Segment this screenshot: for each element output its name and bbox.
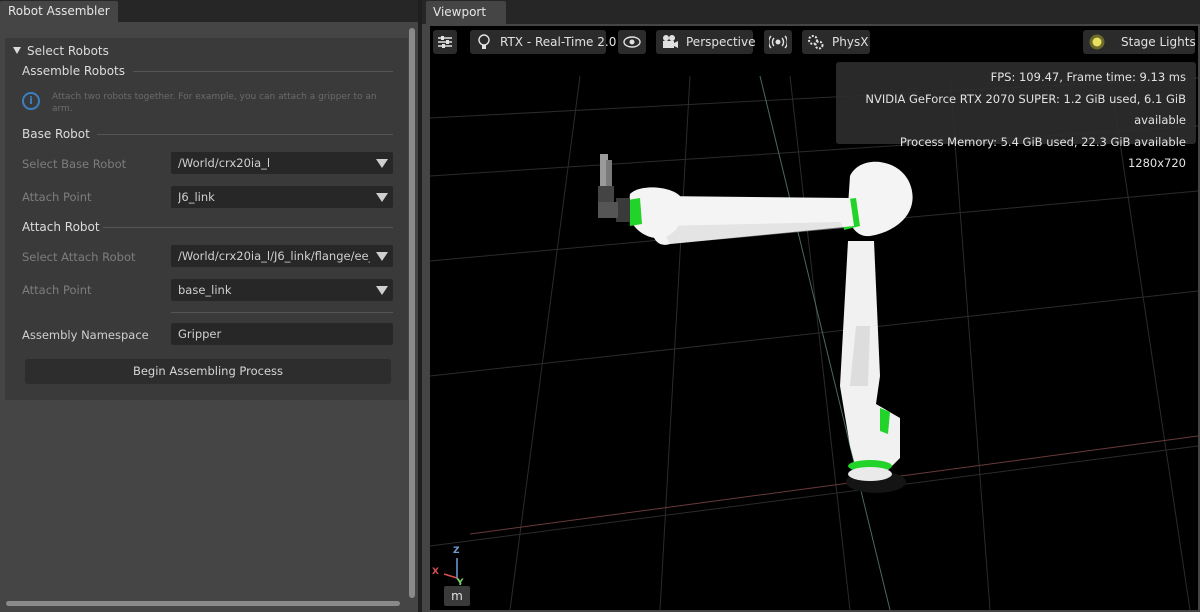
attach-attach-point-value: base_link	[178, 283, 232, 297]
viewport-scene[interactable]: Z X Y RTX - Real-Time 2.0 Perspective Ph…	[430, 26, 1198, 610]
attach-attach-point-label: Attach Point	[22, 283, 92, 297]
base-flange	[848, 467, 892, 481]
base-attach-point-label: Attach Point	[22, 190, 92, 204]
collapse-triangle-icon[interactable]	[13, 47, 21, 54]
select-attach-robot-value: /World/crx20ia_l/J6_link/flange/ee_link	[178, 249, 370, 263]
viewport-tabbar: Viewport	[422, 0, 1200, 24]
broadcast-icon	[769, 35, 787, 49]
assembly-namespace-label: Assembly Namespace	[22, 328, 149, 342]
stats-overlay: FPS: 109.47, Frame time: 9.13 ms NVIDIA …	[836, 62, 1196, 170]
divider	[133, 71, 393, 72]
eye-icon	[623, 36, 641, 48]
gear-cluster-icon	[808, 35, 824, 50]
horizontal-scrollbar[interactable]	[6, 601, 400, 606]
axis-z-label: Z	[453, 546, 460, 556]
dropdown-arrow-icon	[376, 193, 388, 202]
assembly-namespace-input[interactable]: Gripper	[171, 323, 393, 345]
dropdown-arrow-icon	[376, 286, 388, 295]
select-robots-frame: Select Robots Assemble Robots i Attach t…	[5, 38, 408, 400]
select-robots-header[interactable]: Select Robots	[13, 44, 109, 58]
resolution-readout: 1280x720	[1127, 156, 1186, 170]
base-attach-point-value: J6_link	[178, 190, 215, 204]
tab-robot-assembler[interactable]: Robot Assembler	[0, 1, 118, 22]
gizmo-x-line	[443, 573, 458, 579]
dropdown-arrow-icon	[376, 252, 388, 261]
gripper-body	[598, 202, 618, 218]
dropdown-arrow-icon	[376, 159, 388, 168]
assemble-robots-title: Assemble Robots	[22, 64, 125, 78]
axis-x-label: X	[432, 567, 439, 577]
video-camera-icon	[663, 35, 678, 48]
stage-lights-label: Stage Lights	[1121, 35, 1196, 49]
camera-label: Perspective	[686, 35, 756, 49]
robot-assembler-panel: Robot Assembler Select Robots Assemble R…	[0, 0, 418, 612]
base-robot-title: Base Robot	[22, 127, 90, 141]
renderer-button[interactable]: RTX - Real-Time 2.0	[470, 30, 616, 54]
select-base-robot-label: Select Base Robot	[22, 157, 127, 171]
select-base-robot-value: /World/crx20ia_l	[178, 156, 271, 170]
info-icon: i	[22, 92, 40, 110]
units-button[interactable]: m	[444, 586, 470, 606]
base-attach-point-dropdown[interactable]: J6_link	[171, 186, 393, 208]
wrist-flange	[616, 198, 630, 222]
gripper-finger	[606, 160, 612, 188]
info-text: Attach two robots together. For example,…	[52, 92, 377, 114]
panel-tabbar: Robot Assembler	[0, 0, 418, 22]
memory-readout: Process Memory: 5.4 GiB used, 22.3 GiB a…	[899, 134, 1186, 149]
grid-x-axis-line	[469, 435, 1198, 535]
broadcast-button[interactable]	[764, 30, 792, 54]
robot-arm	[598, 154, 913, 481]
select-robots-title: Select Robots	[27, 44, 109, 58]
camera-button[interactable]: Perspective	[656, 30, 756, 54]
gpu-readout: NVIDIA GeForce RTX 2070 SUPER: 1.2 GiB u…	[865, 91, 1186, 128]
tab-viewport[interactable]: Viewport	[426, 1, 506, 24]
viewport-settings-button[interactable]	[433, 30, 457, 54]
select-base-robot-dropdown[interactable]: /World/crx20ia_l	[171, 152, 393, 174]
stage-lights-button[interactable]: Stage Lights	[1083, 30, 1196, 54]
physics-button[interactable]: PhysX	[802, 30, 870, 54]
select-attach-robot-label: Select Attach Robot	[22, 250, 136, 264]
lightbulb-icon	[478, 34, 490, 49]
select-attach-robot-dropdown[interactable]: /World/crx20ia_l/J6_link/flange/ee_link	[171, 245, 393, 267]
divider	[97, 134, 393, 135]
green-ring	[628, 198, 642, 226]
viewport-panel: Viewport Z X Y RTX - Real-Time 2.0 Persp…	[422, 0, 1200, 612]
visibility-button[interactable]	[618, 30, 646, 54]
sun-icon	[1089, 34, 1105, 50]
divider	[103, 227, 393, 228]
vertical-scrollbar[interactable]	[409, 28, 415, 598]
physics-label: PhysX	[832, 35, 869, 49]
attach-robot-title: Attach Robot	[22, 220, 100, 234]
sliders-icon	[438, 36, 452, 48]
divider	[171, 312, 393, 313]
begin-assembling-button[interactable]: Begin Assembling Process	[25, 359, 391, 384]
fps-readout: FPS: 109.47, Frame time: 9.13 ms	[990, 70, 1186, 84]
renderer-label: RTX - Real-Time 2.0	[500, 35, 617, 49]
gripper-mount	[598, 186, 614, 202]
attach-attach-point-dropdown[interactable]: base_link	[171, 279, 393, 301]
